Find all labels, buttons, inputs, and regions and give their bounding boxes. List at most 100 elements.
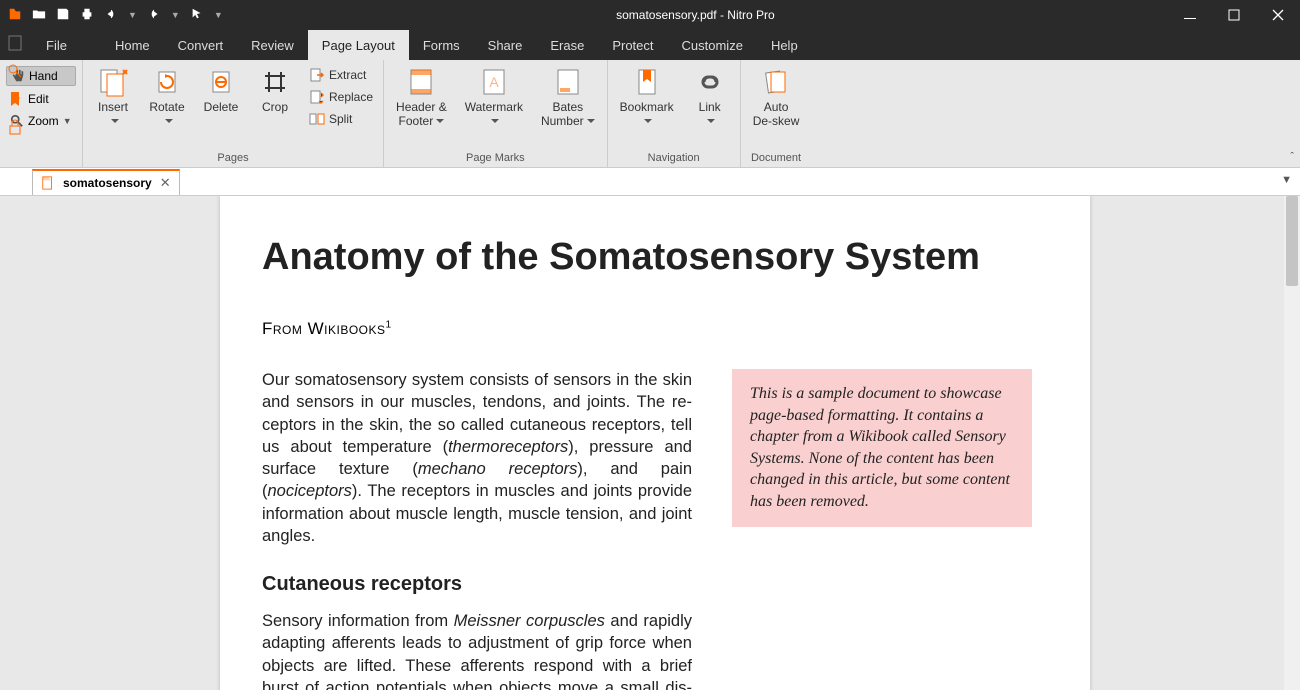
crop-icon (259, 66, 291, 98)
watermark-icon: A (478, 66, 510, 98)
chevron-down-icon (433, 114, 444, 128)
delete-label: Delete (204, 100, 239, 114)
rotate-button[interactable]: Rotate (145, 64, 189, 130)
group-label-navigation: Navigation (616, 152, 732, 167)
delete-page-icon (205, 66, 237, 98)
crop-label: Crop (262, 100, 288, 114)
group-label-pages: Pages (91, 152, 375, 167)
menu-page-layout[interactable]: Page Layout (308, 30, 409, 60)
ribbon-group-pagemarks: Header & Footer A Watermark Bates Number… (383, 60, 607, 167)
svg-text:A: A (489, 74, 499, 90)
ribbon: Hand Edit Zoom ▼ Insert Rotate (0, 60, 1300, 168)
document-tab[interactable]: somatosensory ✕ (32, 169, 180, 195)
menu-convert[interactable]: Convert (164, 30, 238, 60)
chevron-down-icon (108, 114, 119, 128)
close-tab-button[interactable]: ✕ (160, 175, 171, 191)
group-label-pagemarks: Page Marks (392, 152, 599, 167)
pdf-page: Anatomy of the Somatosensory System From… (220, 196, 1090, 690)
chevron-down-icon (488, 114, 499, 128)
minimize-button[interactable] (1168, 0, 1212, 30)
scrollbar-thumb[interactable] (1286, 196, 1298, 286)
collapse-ribbon-button[interactable]: ˆ (1290, 151, 1294, 163)
qat-more-icon[interactable]: ▼ (214, 10, 223, 20)
redo-more-icon[interactable]: ▼ (171, 10, 180, 20)
document-tab-label: somatosensory (63, 176, 152, 190)
zoom-tool-label: Zoom (28, 114, 59, 128)
bookmark-button[interactable]: Bookmark (616, 64, 678, 130)
header-footer-icon (405, 66, 437, 98)
pages-panel-icon[interactable] (6, 34, 24, 52)
menu-review[interactable]: Review (237, 30, 308, 60)
body-column: Our somatosensory system consists of sen… (262, 369, 692, 690)
bates-number-button[interactable]: Bates Number (537, 64, 599, 130)
pdf-file-icon (41, 176, 55, 190)
extract-icon (309, 67, 325, 83)
split-button[interactable]: Split (307, 110, 375, 128)
auto-deskew-button[interactable]: Auto De-skew (749, 64, 804, 130)
replace-icon (309, 89, 325, 105)
insert-page-icon (97, 66, 129, 98)
undo-icon[interactable] (104, 7, 118, 24)
subheading: Cutaneous receptors (262, 571, 692, 598)
crop-button[interactable]: Crop (253, 64, 297, 116)
bookmark-icon (631, 66, 663, 98)
title-bar: ▼ ▼ ▼ somatosensory.pdf - Nitro Pro (0, 0, 1300, 30)
insert-label: Insert (98, 100, 128, 114)
select-tool-icon[interactable] (190, 7, 204, 24)
maximize-button[interactable] (1212, 0, 1256, 30)
link-button[interactable]: Link (688, 64, 732, 130)
search-panel-icon[interactable] (6, 62, 24, 80)
print-icon[interactable] (80, 7, 94, 24)
menu-bar: File Home Convert Review Page Layout For… (0, 30, 1300, 60)
menu-share[interactable]: Share (474, 30, 537, 60)
tab-overflow-button[interactable]: ▼ (1281, 174, 1292, 186)
delete-button[interactable]: Delete (199, 64, 243, 116)
edit-tool-label: Edit (28, 92, 49, 106)
vertical-scrollbar[interactable] (1284, 196, 1300, 690)
side-panel-icons (0, 28, 30, 136)
insert-button[interactable]: Insert (91, 64, 135, 130)
paragraph: Our somatosensory system consists of sen… (262, 369, 692, 547)
chevron-down-icon (641, 114, 652, 128)
menu-forms[interactable]: Forms (409, 30, 474, 60)
app-logo-icon (8, 7, 22, 24)
bates-icon (552, 66, 584, 98)
menu-home[interactable]: Home (101, 30, 164, 60)
menu-protect[interactable]: Protect (598, 30, 667, 60)
redo-icon[interactable] (147, 7, 161, 24)
callout-box: This is a sample document to showcase pa… (732, 369, 1032, 527)
save-icon[interactable] (56, 7, 70, 24)
menu-customize[interactable]: Customize (668, 30, 757, 60)
window-title: somatosensory.pdf - Nitro Pro (223, 8, 1168, 22)
deskew-icon (760, 66, 792, 98)
rotate-label: Rotate (149, 100, 184, 114)
document-viewport[interactable]: Anatomy of the Somatosensory System From… (30, 196, 1284, 690)
hand-tool-label: Hand (29, 69, 58, 83)
chevron-down-icon (162, 114, 173, 128)
split-icon (309, 111, 325, 127)
header-footer-button[interactable]: Header & Footer (392, 64, 451, 130)
menu-erase[interactable]: Erase (536, 30, 598, 60)
close-button[interactable] (1256, 0, 1300, 30)
document-tab-strip: somatosensory ✕ ▼ (0, 168, 1300, 196)
ribbon-group-document: Auto De-skew Document (740, 60, 812, 167)
chevron-down-icon: ▼ (63, 116, 72, 126)
open-icon[interactable] (32, 7, 46, 24)
replace-button[interactable]: Replace (307, 88, 375, 106)
undo-more-icon[interactable]: ▼ (128, 10, 137, 20)
group-label-document: Document (749, 152, 804, 167)
ribbon-group-pages: Insert Rotate Delete Crop Extract (82, 60, 383, 167)
rotate-icon (151, 66, 183, 98)
chevron-down-icon (704, 114, 715, 128)
chevron-down-icon (584, 114, 595, 128)
watermark-button[interactable]: A Watermark (461, 64, 527, 130)
extract-button[interactable]: Extract (307, 66, 375, 84)
bookmarks-panel-icon[interactable] (6, 90, 24, 108)
security-panel-icon[interactable] (6, 118, 24, 136)
paragraph: Sensory information from Meissner corpus… (262, 610, 692, 690)
menu-file[interactable]: File (32, 30, 81, 60)
link-icon (694, 66, 726, 98)
page-title: Anatomy of the Somatosensory System (262, 236, 1048, 279)
menu-help[interactable]: Help (757, 30, 812, 60)
ribbon-group-navigation: Bookmark Link Navigation (607, 60, 740, 167)
